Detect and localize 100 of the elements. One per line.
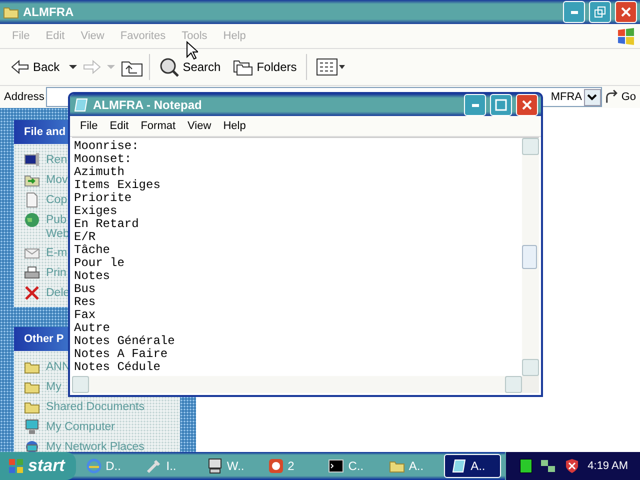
printer-icon bbox=[24, 265, 40, 281]
globe-icon bbox=[24, 212, 40, 228]
menu-item[interactable]: View bbox=[182, 120, 218, 132]
text-line: Notes bbox=[74, 270, 112, 283]
go-button[interactable]: Go bbox=[604, 89, 636, 105]
clock: 4:19 AM bbox=[588, 460, 628, 472]
monitor-icon bbox=[24, 152, 40, 168]
start-button[interactable]: start bbox=[0, 452, 76, 480]
console-icon bbox=[328, 458, 344, 474]
back-button[interactable]: Back bbox=[8, 57, 63, 77]
text-line: Notes Cédule bbox=[74, 361, 162, 374]
text-line: Autre bbox=[74, 322, 112, 335]
menu-item[interactable]: File bbox=[4, 30, 38, 42]
status-indicator-icon bbox=[520, 459, 532, 473]
notepad-icon bbox=[73, 97, 89, 113]
restore-button[interactable] bbox=[589, 1, 611, 23]
search-icon bbox=[158, 57, 179, 77]
task-link[interactable]: Prin bbox=[46, 265, 66, 280]
minimize-icon bbox=[570, 10, 578, 14]
task-link[interactable]: Cop bbox=[46, 192, 68, 207]
text-line: Moonrise: bbox=[74, 140, 140, 153]
window-title: ALMFRA bbox=[23, 5, 75, 19]
menu-item[interactable]: Help bbox=[217, 120, 252, 132]
browser-icon bbox=[86, 458, 102, 474]
text-line: Res bbox=[74, 296, 97, 309]
taskbar-button[interactable]: A.. bbox=[382, 454, 440, 478]
windows-logo-icon bbox=[8, 458, 24, 474]
document-icon bbox=[24, 192, 40, 208]
maximize-button[interactable] bbox=[490, 94, 512, 116]
task-link[interactable]: E-m bbox=[46, 245, 68, 260]
maximize-icon bbox=[495, 99, 507, 111]
menu-item[interactable]: Edit bbox=[104, 120, 135, 132]
panel-header[interactable]: Other P bbox=[14, 327, 68, 351]
text-line: Pour le bbox=[74, 257, 126, 270]
text-line: Notes A Faire bbox=[74, 348, 169, 361]
right-arrow-icon bbox=[82, 59, 101, 75]
restore-icon bbox=[594, 6, 606, 18]
caret-icon bbox=[68, 64, 77, 70]
text-line: E/R bbox=[74, 231, 97, 244]
menu-item[interactable]: Tools bbox=[174, 30, 216, 42]
task-link[interactable]: Shared Documents bbox=[46, 399, 144, 414]
text-line: Bus bbox=[74, 283, 97, 296]
taskbar-button[interactable]: D.. bbox=[80, 454, 136, 478]
menu-item[interactable]: Help bbox=[215, 30, 254, 42]
text-line: Priorite bbox=[74, 192, 133, 205]
folders-button[interactable]: Folders bbox=[230, 56, 300, 78]
text-line: Moonset: bbox=[74, 153, 133, 166]
computer-icon bbox=[24, 419, 40, 435]
text-line: Fax bbox=[74, 309, 97, 322]
resize-grip[interactable] bbox=[522, 376, 539, 393]
text-line: Items Exiges bbox=[74, 179, 162, 192]
search-button[interactable]: Search bbox=[156, 55, 224, 79]
menu-item[interactable]: File bbox=[74, 120, 104, 132]
menu-item[interactable]: Favorites bbox=[112, 30, 174, 42]
taskbar-button[interactable]: C.. bbox=[322, 454, 379, 478]
tool-icon bbox=[146, 458, 162, 474]
text-line: En Retard bbox=[74, 218, 140, 231]
close-icon bbox=[521, 99, 533, 111]
close-icon bbox=[620, 6, 632, 18]
folders-icon bbox=[232, 58, 253, 76]
dropdown-icon bbox=[584, 88, 601, 106]
text-line: Exiges bbox=[74, 205, 118, 218]
minimize-button[interactable] bbox=[464, 94, 486, 116]
notepad-icon bbox=[450, 458, 467, 474]
cross-icon bbox=[24, 285, 40, 301]
windows-logo-icon bbox=[616, 26, 636, 46]
menu-item[interactable]: View bbox=[72, 30, 112, 42]
app-icon bbox=[268, 458, 284, 474]
close-button[interactable] bbox=[615, 1, 637, 23]
text-line: Notes Générale bbox=[74, 335, 176, 348]
task-link[interactable]: My bbox=[46, 379, 62, 394]
menu-item[interactable]: Edit bbox=[38, 30, 73, 42]
address-value: MFRA bbox=[550, 91, 582, 103]
task-link[interactable]: My Computer bbox=[46, 419, 116, 434]
network-icon bbox=[24, 439, 40, 452]
panel-header[interactable]: File and bbox=[14, 120, 68, 144]
text-line: Tâche bbox=[74, 244, 112, 257]
vertical-scrollbar[interactable] bbox=[522, 138, 539, 376]
shield-icon bbox=[564, 458, 580, 474]
computer-icon bbox=[206, 458, 223, 474]
taskbar-button[interactable]: I.. bbox=[140, 454, 197, 478]
taskbar-button[interactable]: W.. bbox=[200, 454, 258, 478]
text-line: Azimuth bbox=[74, 166, 126, 179]
left-arrow-icon bbox=[11, 59, 29, 75]
task-link[interactable]: Dele bbox=[46, 285, 70, 300]
minimize-button[interactable] bbox=[563, 1, 585, 23]
window-title: ALMFRA - Notepad bbox=[93, 98, 203, 112]
taskbar-button[interactable]: A.. bbox=[444, 454, 501, 478]
menu-item[interactable]: Format bbox=[134, 120, 182, 132]
close-button[interactable] bbox=[516, 94, 538, 116]
caret-icon bbox=[106, 64, 115, 70]
address-label: Address bbox=[4, 91, 44, 103]
task-link[interactable]: Ren bbox=[46, 152, 68, 167]
taskbar-button[interactable]: 2 bbox=[262, 454, 318, 478]
task-link[interactable]: Mov bbox=[46, 172, 68, 187]
list-view-icon bbox=[316, 58, 346, 76]
curved-arrow-icon bbox=[604, 89, 620, 105]
horizontal-scrollbar[interactable] bbox=[72, 376, 522, 393]
text-area[interactable]: Moonrise: Moonset: Azimuth Items Exiges Priorite Exiges En Retard E/R Tâche Pour le Notes Bus Res Fax Autre Notes Générale Notes A Faire Notes Cédule bbox=[72, 138, 522, 376]
network-icon bbox=[540, 458, 556, 474]
